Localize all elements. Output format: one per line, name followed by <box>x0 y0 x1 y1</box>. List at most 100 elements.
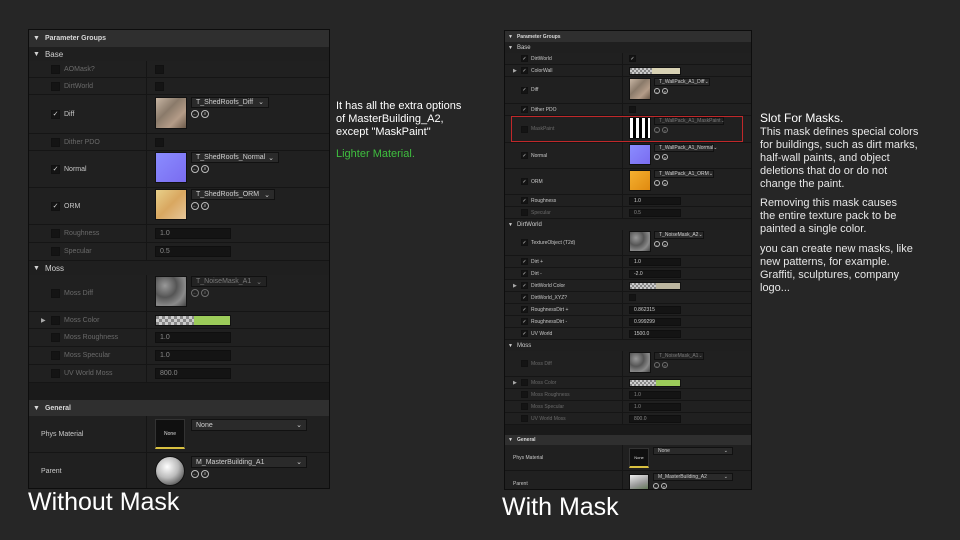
use-selected-icon[interactable]: ← <box>191 202 199 210</box>
parameter-groups-header[interactable]: ▼ Parameter Groups <box>29 30 329 47</box>
texture-thumbnail[interactable] <box>629 352 651 373</box>
override-checkbox[interactable]: ✓ <box>521 306 528 313</box>
override-checkbox[interactable]: ✓ <box>521 239 528 246</box>
browse-icon[interactable]: ⌕ <box>661 483 667 489</box>
collapse-arrow-icon[interactable]: ▼ <box>508 343 513 349</box>
scalar-field[interactable]: 1500.0 <box>629 329 681 338</box>
value-checkbox[interactable] <box>155 81 164 91</box>
texture-dropdown[interactable]: T_WallPack_A1_Normal ⌄ <box>654 144 717 152</box>
override-checkbox[interactable]: ✓ <box>521 178 528 185</box>
texture-thumbnail[interactable] <box>629 231 651 252</box>
use-selected-icon[interactable]: ← <box>654 154 660 160</box>
physmat-thumbnail[interactable]: None <box>155 419 185 449</box>
value-checkbox[interactable] <box>629 294 636 301</box>
scalar-field[interactable]: 0.862315 <box>629 305 681 314</box>
collapse-arrow-icon[interactable]: ▼ <box>33 51 40 58</box>
override-checkbox[interactable]: ✓ <box>51 201 60 211</box>
override-checkbox[interactable]: ✓ <box>51 164 60 174</box>
texture-dropdown[interactable]: T_ShedRoofs_ORM ⌄ <box>191 189 275 200</box>
override-checkbox[interactable]: ✓ <box>521 282 528 289</box>
scalar-field[interactable]: 1.0 <box>155 332 231 343</box>
value-checkbox[interactable] <box>155 64 164 74</box>
texture-dropdown[interactable]: T_ShedRoofs_Normal ⌄ <box>191 152 279 163</box>
browse-icon[interactable]: ⌕ <box>201 109 209 118</box>
physmat-thumbnail[interactable]: None <box>629 447 649 468</box>
use-selected-icon[interactable]: ← <box>654 88 660 94</box>
scalar-field[interactable]: 0.5 <box>629 208 681 217</box>
texture-dropdown[interactable]: T_ShedRoofs_Diff ⌄ <box>191 96 269 108</box>
texture-dropdown[interactable]: T_WallPack_A1_Diff ⌄ <box>654 78 710 86</box>
override-checkbox[interactable] <box>51 288 60 298</box>
override-checkbox[interactable]: ✓ <box>521 106 528 113</box>
color-swatch[interactable] <box>629 281 681 290</box>
override-checkbox[interactable] <box>521 360 528 367</box>
scalar-field[interactable]: 800.0 <box>155 368 231 379</box>
value-checkbox[interactable]: ✓ <box>629 55 636 62</box>
scalar-field[interactable]: -2.0 <box>629 269 681 278</box>
scalar-field[interactable]: 800.0 <box>629 414 681 423</box>
value-checkbox[interactable] <box>629 106 636 113</box>
texture-dropdown[interactable]: T_NoiseMask_A1 ⌄ <box>654 352 704 360</box>
color-swatch[interactable] <box>629 378 681 387</box>
scalar-field[interactable]: 1.0 <box>155 228 231 239</box>
parent-thumbnail[interactable] <box>629 473 649 489</box>
parent-thumbnail[interactable] <box>155 456 185 486</box>
category-general[interactable]: ▼ General <box>505 435 751 445</box>
override-checkbox[interactable]: ✓ <box>51 109 60 119</box>
scalar-field[interactable]: 0.5 <box>155 246 231 257</box>
override-checkbox[interactable] <box>51 247 60 256</box>
browse-icon[interactable]: ⌕ <box>201 202 209 210</box>
expand-arrow-icon[interactable]: ▶ <box>513 283 517 289</box>
collapse-arrow-icon[interactable]: ▼ <box>33 405 40 412</box>
scalar-field[interactable]: 1.0 <box>629 257 681 266</box>
expand-arrow-icon[interactable]: ▶ <box>513 68 517 74</box>
use-selected-icon[interactable]: ← <box>191 289 199 297</box>
texture-thumbnail[interactable] <box>155 276 187 307</box>
expand-arrow-icon[interactable]: ▶ <box>513 380 517 386</box>
texture-dropdown[interactable]: T_NoiseMask_A2 ⌄ <box>654 231 704 239</box>
scalar-field[interactable]: 1.0 <box>629 402 681 411</box>
category-base[interactable]: ▼ Base <box>29 47 329 61</box>
collapse-arrow-icon[interactable]: ▼ <box>508 34 513 40</box>
use-selected-icon[interactable]: ← <box>654 362 660 368</box>
override-checkbox[interactable] <box>521 403 528 410</box>
scalar-field[interactable]: 1.0 <box>629 390 681 399</box>
physmat-dropdown[interactable]: None ⌄ <box>191 419 307 431</box>
use-selected-icon[interactable]: ← <box>191 109 199 118</box>
override-checkbox[interactable]: ✓ <box>521 152 528 159</box>
browse-icon[interactable]: ⌕ <box>662 241 668 247</box>
browse-icon[interactable]: ⌕ <box>662 180 668 186</box>
color-swatch[interactable] <box>155 314 231 326</box>
override-checkbox[interactable]: ✓ <box>521 55 528 62</box>
category-base[interactable]: ▼ Base <box>505 42 751 53</box>
override-checkbox[interactable] <box>51 229 60 238</box>
collapse-arrow-icon[interactable]: ▼ <box>508 437 513 443</box>
override-checkbox[interactable]: ✓ <box>521 330 528 337</box>
parent-dropdown[interactable]: M_MasterBuilding_A1 ⌄ <box>191 456 307 468</box>
scalar-field[interactable]: 0.999299 <box>629 317 681 326</box>
collapse-arrow-icon[interactable]: ▼ <box>508 222 513 228</box>
texture-thumbnail[interactable] <box>155 152 187 183</box>
category-moss[interactable]: ▼ Moss <box>29 261 329 275</box>
override-checkbox[interactable] <box>51 315 60 325</box>
override-checkbox[interactable]: ✓ <box>521 67 528 74</box>
texture-dropdown[interactable]: T_WallPack_A1_ORM ⌄ <box>654 170 714 178</box>
scalar-field[interactable]: 1.0 <box>155 350 231 361</box>
use-selected-icon[interactable]: ← <box>654 180 660 186</box>
collapse-arrow-icon[interactable]: ▼ <box>508 45 513 51</box>
browse-icon[interactable]: ⌕ <box>662 362 668 368</box>
texture-thumbnail[interactable] <box>629 170 651 191</box>
collapse-arrow-icon[interactable]: ▼ <box>33 35 40 42</box>
parent-dropdown[interactable]: M_MasterBuilding_A2 ⌄ <box>653 473 733 481</box>
override-checkbox[interactable] <box>51 137 60 147</box>
browse-icon[interactable]: ⌕ <box>201 289 209 297</box>
browse-icon[interactable]: ⌕ <box>201 165 209 173</box>
texture-dropdown[interactable]: T_NoiseMask_A1 ⌄ <box>191 276 267 287</box>
override-checkbox[interactable] <box>521 415 528 422</box>
override-checkbox[interactable] <box>51 81 60 91</box>
override-checkbox[interactable]: ✓ <box>521 318 528 325</box>
override-checkbox[interactable]: ✓ <box>521 258 528 265</box>
override-checkbox[interactable] <box>51 64 60 74</box>
use-selected-icon[interactable]: ← <box>654 241 660 247</box>
override-checkbox[interactable]: ✓ <box>521 270 528 277</box>
